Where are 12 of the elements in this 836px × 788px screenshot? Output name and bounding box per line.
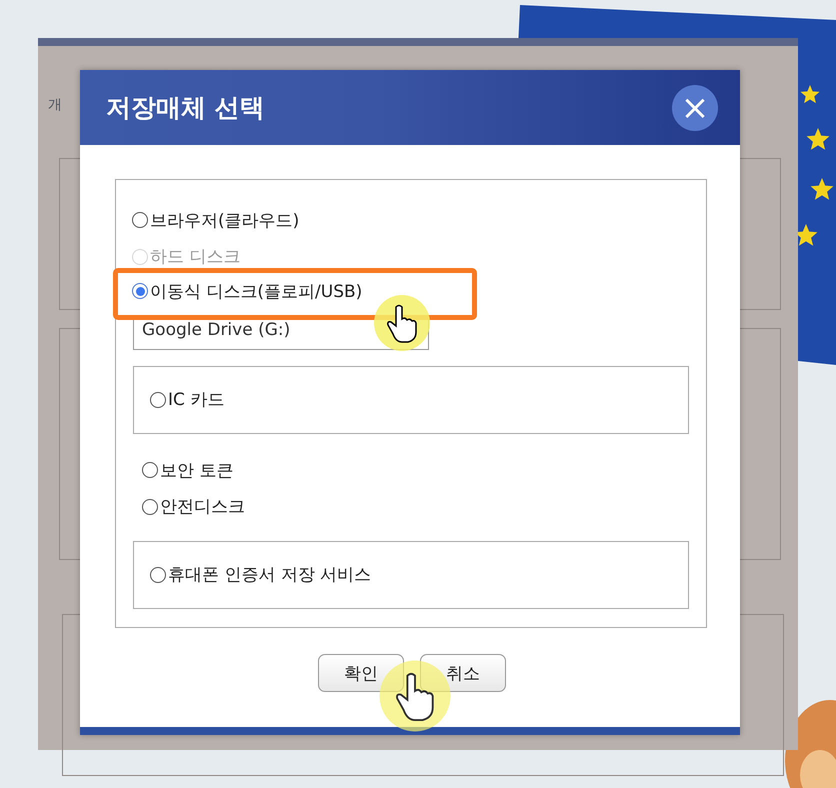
radio-option[interactable]: 보안 토큰 bbox=[142, 458, 234, 482]
radio-option[interactable]: 이동식 디스크(플로피/USB) bbox=[132, 280, 362, 303]
radio-option[interactable]: 브라우저(클라우드) bbox=[132, 208, 300, 232]
dialog-button[interactable]: 취소 bbox=[420, 654, 506, 692]
window-tab-label: 개 bbox=[48, 96, 62, 114]
dialog-button[interactable]: 확인 bbox=[318, 654, 404, 692]
radio-option[interactable]: IC 카드 bbox=[150, 388, 224, 412]
pointer-cursor-icon bbox=[372, 292, 432, 353]
close-button[interactable]: × bbox=[672, 84, 718, 130]
dialog-title: 저장매체 선택 bbox=[106, 92, 265, 124]
radio-option[interactable]: 휴대폰 인증서 저장 서비스 bbox=[150, 563, 372, 586]
radio-option[interactable]: 안전디스크 bbox=[142, 495, 245, 518]
